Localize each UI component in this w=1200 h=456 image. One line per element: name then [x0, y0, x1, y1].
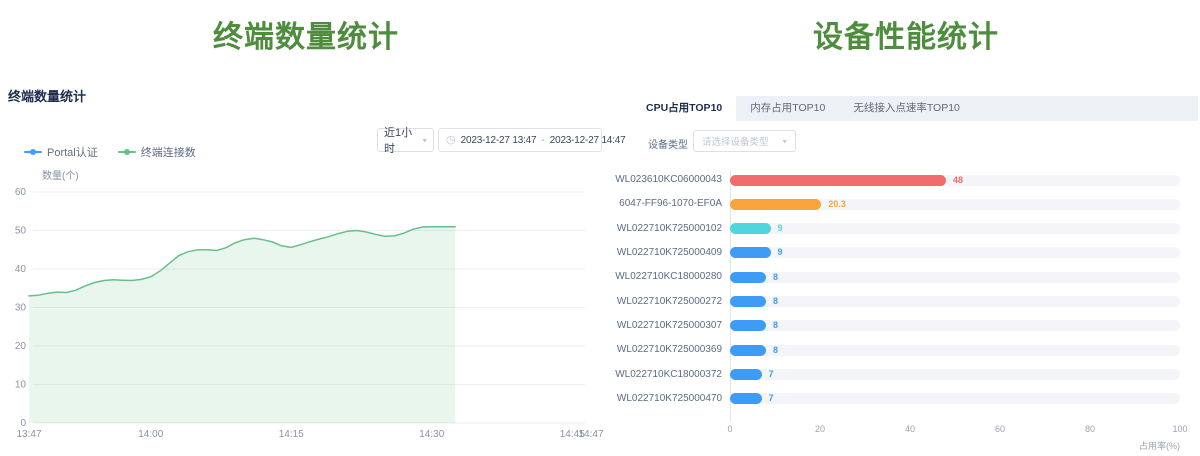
bar-chart-x-axis-name: 占用率(%) — [1110, 439, 1180, 452]
bar-value-label: 8 — [773, 296, 778, 307]
series-line — [29, 227, 455, 296]
bar-category-label: WL022710K725000369 — [612, 344, 722, 356]
date-range-picker[interactable]: ◷ 2023-12-27 13:47 - 2023-12-27 14:47 — [438, 128, 602, 152]
legend-label: Portal认证 — [47, 144, 98, 160]
terminal-area-chart: 0 10 20 30 40 50 60 13:47 14:00 14:15 14:30 14:4514… — [0, 0, 612, 456]
x-tick-label: 14:00 — [138, 429, 163, 440]
y-tick-label: 30 — [15, 303, 27, 314]
bar-track — [730, 320, 1180, 331]
bar-track — [730, 199, 1180, 210]
chart-legend: Portal认证 终端连接数 — [24, 144, 196, 160]
bar-category-label: WL022710K725000272 — [612, 296, 722, 308]
time-range-select[interactable]: 近1小时 ▾ — [377, 128, 434, 152]
bar-category-label: WL022710K725000307 — [612, 320, 722, 332]
chevron-down-icon: ▾ — [422, 136, 427, 145]
terminal-stats-section: 终端数量统计 终端数量统计 近1小时 ▾ ◷ 2023-12-27 13:47 … — [0, 0, 612, 456]
cpu-top10-bar-chart: 占用率(%) WL023610KC06000043 48 6047-FF96-107… — [612, 0, 1200, 456]
bar-track — [730, 272, 1180, 283]
bar-x-tick-label: 0 — [715, 424, 745, 434]
bar-track — [730, 247, 1180, 258]
bar-value-label: 8 — [773, 320, 778, 331]
bar — [730, 320, 766, 331]
bar-track — [730, 223, 1180, 234]
y-tick-label: 0 — [20, 418, 26, 429]
bar-x-tick-label: 60 — [985, 424, 1015, 434]
bar-value-label: 20.3 — [828, 199, 846, 210]
bar-track — [730, 369, 1180, 380]
bar — [730, 393, 762, 404]
date-range-start: 2023-12-27 13:47 — [461, 135, 537, 146]
legend-item[interactable]: Portal认证 — [24, 144, 98, 160]
bar-value-label: 9 — [778, 223, 783, 234]
bar-category-label: 6047-FF96-1070-EF0A — [612, 198, 722, 210]
bar-x-tick-label: 80 — [1075, 424, 1105, 434]
y-tick-label: 10 — [15, 380, 27, 391]
bar — [730, 296, 766, 307]
x-tick-label: 14:30 — [419, 429, 444, 440]
clock-icon: ◷ — [446, 135, 456, 146]
bar-value-label: 9 — [778, 247, 783, 258]
x-tick-label: 13:47 — [16, 429, 41, 440]
bar — [730, 175, 946, 186]
bar-track — [730, 345, 1180, 356]
left-section-heading: 终端数量统计 — [0, 12, 612, 56]
device-performance-section: 设备性能统计 CPU占用TOP10内存占用TOP10无线接入点速率TOP10 设… — [612, 0, 1200, 456]
bar-category-label: WL023610KC06000043 — [612, 174, 722, 186]
bar-category-label: WL022710KC18000280 — [612, 271, 722, 283]
y-tick-label: 50 — [15, 226, 27, 237]
bar-category-label: WL022710K725000409 — [612, 247, 722, 259]
bar-value-label: 48 — [953, 175, 963, 186]
bar-track — [730, 296, 1180, 307]
bar-category-label: WL022710KC18000372 — [612, 369, 722, 381]
bar-value-label: 7 — [769, 369, 774, 380]
bar — [730, 345, 766, 356]
legend-item[interactable]: 终端连接数 — [118, 144, 196, 160]
bar-x-tick-label: 40 — [895, 424, 925, 434]
bar-x-tick-label: 20 — [805, 424, 835, 434]
bar-category-label: WL022710K725000102 — [612, 223, 722, 235]
x-tick-label: 14:47 — [578, 429, 603, 440]
bar-value-label: 7 — [769, 393, 774, 404]
legend-marker-icon — [24, 148, 42, 156]
bar — [730, 223, 771, 234]
time-range-select-value: 近1小时 — [384, 124, 422, 156]
x-tick-label: 14:15 — [279, 429, 304, 440]
bar-category-label: WL022710K725000470 — [612, 393, 722, 405]
area-fill — [29, 227, 455, 423]
date-range-separator: - — [541, 135, 544, 146]
bar — [730, 272, 766, 283]
left-panel-title: 终端数量统计 — [8, 86, 86, 105]
bar — [730, 199, 821, 210]
x-tick-label: 14:45 — [560, 429, 585, 440]
y-tick-label: 60 — [15, 187, 27, 198]
y-tick-label: 40 — [15, 264, 27, 275]
y-tick-label: 20 — [15, 341, 27, 352]
legend-label: 终端连接数 — [141, 144, 196, 160]
bar — [730, 369, 762, 380]
bar — [730, 247, 771, 258]
bar-value-label: 8 — [773, 272, 778, 283]
bar-value-label: 8 — [773, 345, 778, 356]
bar-x-tick-label: 100 — [1165, 424, 1195, 434]
legend-marker-icon — [118, 148, 136, 156]
bar-track — [730, 393, 1180, 404]
y-axis-name: 数量(个) — [42, 167, 79, 182]
